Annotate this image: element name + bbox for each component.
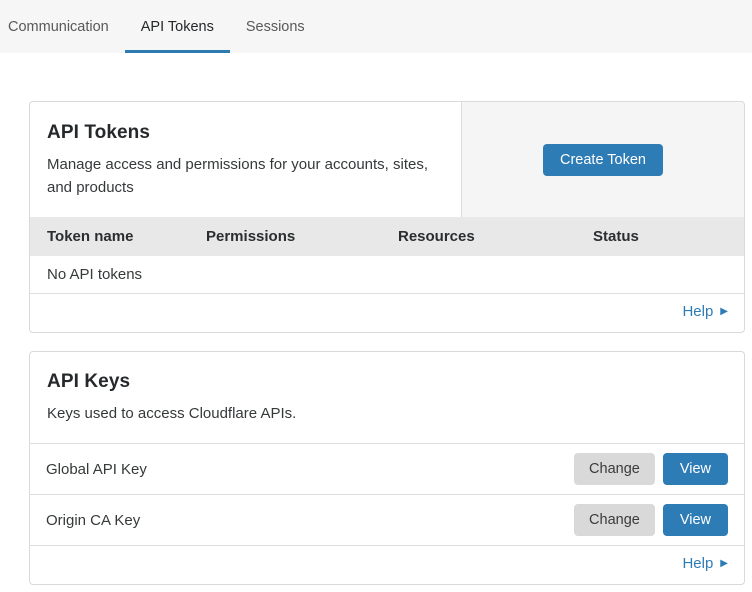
help-link-label: Help [682, 555, 713, 572]
page-content: API Tokens Manage access and permissions… [0, 53, 752, 592]
tab-communication[interactable]: Communication [8, 0, 125, 53]
api-tokens-title: API Tokens [47, 122, 444, 144]
create-token-button[interactable]: Create Token [543, 144, 663, 176]
tab-sessions[interactable]: Sessions [230, 0, 321, 53]
api-keys-description: Keys used to access Cloudflare APIs. [47, 402, 727, 425]
tab-api-tokens[interactable]: API Tokens [125, 0, 230, 53]
api-tokens-card-header: API Tokens Manage access and permissions… [30, 102, 744, 217]
api-keys-card-header: API Keys Keys used to access Cloudflare … [30, 352, 744, 444]
api-tokens-card-intro: API Tokens Manage access and permissions… [30, 102, 461, 217]
tokens-table-header: Token name Permissions Resources Status [30, 217, 744, 256]
help-arrow-icon: ▶ [720, 307, 728, 317]
change-origin-ca-key-button[interactable]: Change [574, 504, 655, 536]
key-name-label: Global API Key [46, 461, 147, 478]
profile-tabbar: Communication API Tokens Sessions [0, 0, 752, 53]
view-global-api-key-button[interactable]: View [663, 453, 728, 485]
key-name-label: Origin CA Key [46, 512, 140, 529]
api-tokens-action-panel: Create Token [461, 102, 744, 217]
api-keys-card: API Keys Keys used to access Cloudflare … [29, 351, 745, 585]
tokens-col-permissions: Permissions [206, 228, 398, 245]
tokens-col-resources: Resources [398, 228, 593, 245]
change-global-api-key-button[interactable]: Change [574, 453, 655, 485]
key-row-global-api-key: Global API Key Change View [30, 444, 744, 495]
tokens-col-token-name: Token name [47, 228, 206, 245]
help-arrow-icon: ▶ [720, 559, 728, 569]
key-actions: Change View [574, 453, 728, 485]
api-keys-card-footer: Help ▶ [30, 546, 744, 584]
key-row-origin-ca-key: Origin CA Key Change View [30, 495, 744, 546]
tokens-empty-row: No API tokens [30, 256, 744, 294]
api-tokens-help-link[interactable]: Help ▶ [682, 303, 728, 320]
tokens-col-status: Status [593, 228, 744, 245]
view-origin-ca-key-button[interactable]: View [663, 504, 728, 536]
api-tokens-card: API Tokens Manage access and permissions… [29, 101, 745, 333]
api-tokens-card-footer: Help ▶ [30, 294, 744, 332]
help-link-label: Help [682, 303, 713, 320]
api-keys-help-link[interactable]: Help ▶ [682, 555, 728, 572]
api-keys-title: API Keys [47, 371, 727, 393]
key-actions: Change View [574, 504, 728, 536]
api-tokens-description: Manage access and permissions for your a… [47, 153, 444, 200]
